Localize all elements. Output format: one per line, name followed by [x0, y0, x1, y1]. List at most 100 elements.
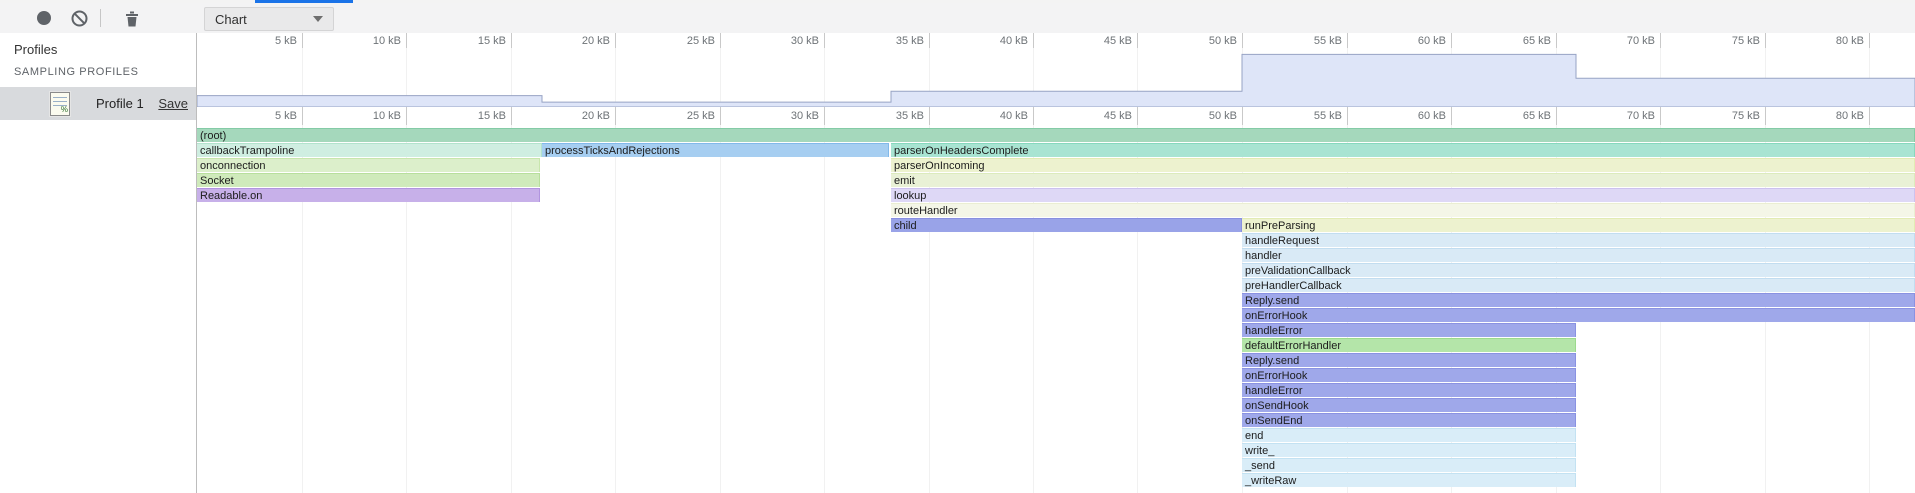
flame-bar-prehandlercallback[interactable]: preHandlerCallback [1242, 278, 1915, 292]
sidebar-heading: Profiles [14, 42, 57, 57]
flame-bar-label: preValidationCallback [1242, 264, 1914, 277]
flame-axis-tick-mark [1033, 107, 1034, 125]
flame-axis-tick-mark [511, 107, 512, 125]
flame-grid-line [824, 125, 825, 493]
flame-bar-lookup[interactable]: lookup [891, 188, 1915, 202]
overview-silhouette [197, 33, 1915, 107]
flame-bar-handleerror[interactable]: handleError [1242, 323, 1576, 337]
flame-bar-callbacktrampoline[interactable]: callbackTrampoline [197, 143, 542, 157]
flame-axis-tick-label: 60 kB [1418, 110, 1451, 122]
chevron-down-icon [313, 16, 323, 22]
flame-bar-label: parserOnIncoming [891, 159, 1914, 172]
profile-name: Profile 1 [96, 96, 144, 111]
flame-bar-label: Readable.on [197, 189, 539, 202]
record-button[interactable] [32, 6, 56, 30]
flame-bar-label: onSendEnd [1242, 414, 1575, 427]
flame-bar-onerrorhook[interactable]: onErrorHook [1242, 368, 1576, 382]
memory-overview-pane[interactable]: 5 kB10 kB15 kB20 kB25 kB30 kB35 kB40 kB4… [197, 33, 1915, 107]
flame-bar-handler[interactable]: handler [1242, 248, 1915, 262]
flame-bar-reply-send[interactable]: Reply.send [1242, 353, 1576, 367]
flame-axis-tick-mark [824, 107, 825, 125]
flame-bar-routehandler[interactable]: routeHandler [891, 203, 1915, 217]
flame-bar-label: child [891, 219, 1241, 232]
flame-bar-handlerequest[interactable]: handleRequest [1242, 233, 1915, 247]
flame-bar-label: runPreParsing [1242, 219, 1914, 232]
flame-bar-reply-send[interactable]: Reply.send [1242, 293, 1915, 307]
flame-bar-prevalidationcallback[interactable]: preValidationCallback [1242, 263, 1915, 277]
flame-axis-tick-label: 30 kB [791, 110, 824, 122]
flame-axis-tick-label: 80 kB [1836, 110, 1869, 122]
flame-bar-label: _writeRaw [1242, 474, 1575, 487]
flame-bar-onsendhook[interactable]: onSendHook [1242, 398, 1576, 412]
flame-axis-tick-label: 55 kB [1314, 110, 1347, 122]
flame-bar-label: Reply.send [1242, 294, 1914, 307]
flame-bar-label: write_ [1242, 444, 1575, 457]
flame-axis-tick-mark [1765, 107, 1766, 125]
flame-axis-tick-mark [1556, 107, 1557, 125]
flame-axis-tick-label: 15 kB [478, 110, 511, 122]
flame-bar-defaulterrorhandler[interactable]: defaultErrorHandler [1242, 338, 1576, 352]
flame-bar-label: (root) [197, 129, 1914, 142]
flame-bar-write-[interactable]: write_ [1242, 443, 1576, 457]
flame-bar-label: parserOnHeadersComplete [891, 144, 1914, 157]
flame-bar-onerrorhook[interactable]: onErrorHook [1242, 308, 1915, 322]
flame-bar-onconnection[interactable]: onconnection [197, 158, 540, 172]
flame-axis-tick-mark [302, 107, 303, 125]
toolbar-divider [100, 9, 101, 27]
flame-bar-label: handleError [1242, 384, 1575, 397]
sidebar-item-profile-1[interactable]: % Profile 1 Save [0, 87, 196, 120]
flame-axis-tick-mark [1869, 107, 1870, 125]
flame-axis-tick-label: 75 kB [1732, 110, 1765, 122]
flame-bar-child[interactable]: child [891, 218, 1242, 232]
flame-bar-handleerror[interactable]: handleError [1242, 383, 1576, 397]
flame-axis-tick-mark [1242, 107, 1243, 125]
save-profile-link[interactable]: Save [158, 96, 188, 111]
flame-axis-tick-mark [406, 107, 407, 125]
profiles-sidebar: Profiles SAMPLING PROFILES % Profile 1 S… [0, 33, 197, 493]
flame-axis-tick-mark [615, 107, 616, 125]
memory-panel: Chart Profiles SAMPLING PROFILES % Profi… [0, 0, 1915, 493]
flame-bar-end[interactable]: end [1242, 428, 1576, 442]
flame-bar-processticksandrejections[interactable]: processTicksAndRejections [542, 143, 889, 157]
flame-bar-label: onconnection [197, 159, 539, 172]
flame-axis-tick-label: 40 kB [1000, 110, 1033, 122]
flame-bar-label: end [1242, 429, 1575, 442]
flame-axis-tick-mark [1137, 107, 1138, 125]
flame-bar--writeraw[interactable]: _writeRaw [1242, 473, 1576, 487]
flame-axis-tick-label: 45 kB [1104, 110, 1137, 122]
flame-bar-parseronheaderscomplete[interactable]: parserOnHeadersComplete [891, 143, 1915, 157]
flame-bar-label: Reply.send [1242, 354, 1575, 367]
flame-bar-label: preHandlerCallback [1242, 279, 1914, 292]
flame-axis-tick-mark [1660, 107, 1661, 125]
flame-bar--send[interactable]: _send [1242, 458, 1576, 472]
view-mode-value: Chart [215, 12, 247, 27]
flame-bar-runpreparsing[interactable]: runPreParsing [1242, 218, 1915, 232]
flame-axis-tick-mark [1451, 107, 1452, 125]
flame-chart[interactable]: 5 kB10 kB15 kB20 kB25 kB30 kB35 kB40 kB4… [197, 107, 1915, 493]
view-mode-select[interactable]: Chart [204, 7, 334, 31]
sampling-profiles-section-label: SAMPLING PROFILES [14, 66, 139, 78]
flame-bar-readable-on[interactable]: Readable.on [197, 188, 540, 202]
flame-axis-tick-label: 25 kB [687, 110, 720, 122]
flame-bar-label: handleRequest [1242, 234, 1914, 247]
flame-bar-onsendend[interactable]: onSendEnd [1242, 413, 1576, 427]
flame-axis-tick-label: 10 kB [373, 110, 406, 122]
delete-profile-button[interactable] [120, 6, 144, 30]
trash-icon [124, 10, 140, 27]
flame-bar-emit[interactable]: emit [891, 173, 1915, 187]
profile-document-icon: % [50, 92, 70, 116]
flame-bar-label: processTicksAndRejections [542, 144, 888, 157]
flame-bar--root-[interactable]: (root) [197, 128, 1915, 142]
flame-axis-tick-label: 35 kB [896, 110, 929, 122]
flame-axis-tick-label: 50 kB [1209, 110, 1242, 122]
flame-bar-socket[interactable]: Socket [197, 173, 540, 187]
flame-bar-label: handleError [1242, 324, 1575, 337]
clear-profile-button[interactable] [67, 6, 91, 30]
flame-axis-tick-label: 70 kB [1627, 110, 1660, 122]
flame-axis-tick-mark [1347, 107, 1348, 125]
flame-axis-tick-label: 5 kB [275, 110, 302, 122]
flame-bar-label: _send [1242, 459, 1575, 472]
flame-bar-label: defaultErrorHandler [1242, 339, 1575, 352]
flame-bar-label: onSendHook [1242, 399, 1575, 412]
flame-bar-parseronincoming[interactable]: parserOnIncoming [891, 158, 1915, 172]
